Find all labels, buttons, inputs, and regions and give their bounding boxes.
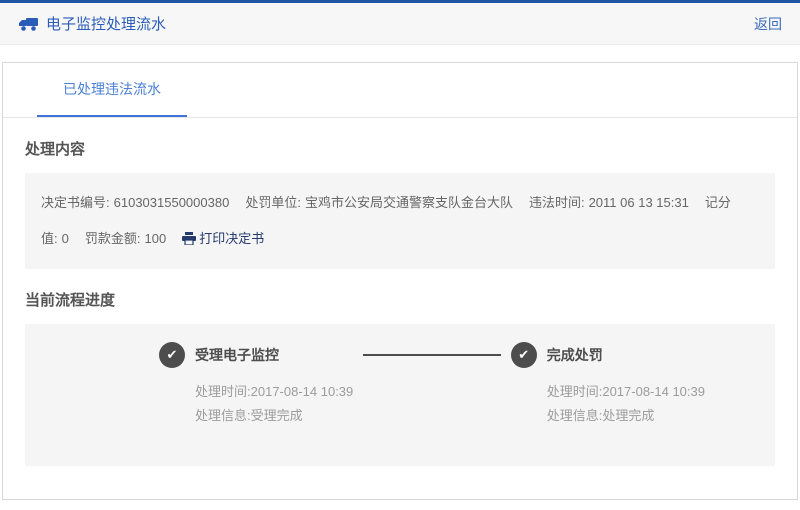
field-punish-unit: 处罚单位: 宝鸡市公安局交通警察支队金台大队 — [245, 195, 513, 210]
step-time-label: 处理时间: — [547, 384, 603, 399]
step-head: ✔ 完成处罚 — [511, 342, 705, 368]
step-head: ✔ 受理电子监控 — [159, 342, 353, 368]
field-value: 宝鸡市公安局交通警察支队金台大队 — [305, 195, 513, 210]
step-connector-line — [363, 354, 500, 356]
step-info-value: 受理完成 — [251, 408, 303, 423]
main-card: 已处理违法流水 处理内容 决定书编号: 6103031550000380 处罚单位:… — [2, 62, 798, 500]
content-section-heading: 处理内容 — [25, 138, 775, 159]
step-info-label: 处理信息: — [547, 408, 603, 423]
step-time-value: 2017-08-14 10:39 — [602, 384, 705, 399]
progress-step-1: ✔ 受理电子监控 处理时间:2017-08-14 10:39 处理信息:受理完成 — [159, 342, 353, 428]
field-label: 违法时间: — [529, 195, 585, 210]
printer-icon — [182, 232, 196, 245]
step-time: 处理时间:2017-08-14 10:39 — [195, 380, 353, 404]
decision-info-panel: 决定书编号: 6103031550000380 处罚单位: 宝鸡市公安局交通警察支队金… — [25, 173, 775, 269]
progress-steps: ✔ 受理电子监控 处理时间:2017-08-14 10:39 处理信息:受理完成… — [159, 342, 705, 428]
progress-step-2: ✔ 完成处罚 处理时间:2017-08-14 10:39 处理信息:处理完成 — [511, 342, 705, 428]
field-fine-amount: 罚款金额:100 — [85, 231, 166, 246]
field-value: 2011 06 13 15:31 — [589, 195, 689, 210]
field-label: 罚款金额: — [85, 231, 141, 246]
step-title: 受理电子监控 — [195, 345, 279, 365]
header-left: 电子监控处理流水 — [18, 13, 166, 34]
field-value: 6103031550000380 — [114, 195, 230, 210]
step-time-value: 2017-08-14 10:39 — [251, 384, 354, 399]
progress-section-heading: 当前流程进度 — [25, 289, 775, 310]
truck-icon — [18, 16, 38, 32]
step-details: 处理时间:2017-08-14 10:39 处理信息:受理完成 — [195, 380, 353, 428]
field-violation-time: 违法时间: 2011 06 13 15:31 — [529, 195, 689, 210]
back-button[interactable]: 返回 — [754, 14, 782, 34]
field-decision-number: 决定书编号: 6103031550000380 — [41, 195, 229, 210]
check-circle-icon: ✔ — [159, 342, 185, 368]
step-info-label: 处理信息: — [195, 408, 251, 423]
field-value: 0 — [62, 231, 69, 246]
page-header: 电子监控处理流水 返回 — [0, 3, 800, 45]
progress-panel: ✔ 受理电子监控 处理时间:2017-08-14 10:39 处理信息:受理完成… — [25, 324, 775, 466]
step-info-value: 处理完成 — [602, 408, 654, 423]
field-label: 决定书编号: — [41, 195, 110, 210]
step-title: 完成处罚 — [547, 345, 603, 365]
step-time-label: 处理时间: — [195, 384, 251, 399]
step-details: 处理时间:2017-08-14 10:39 处理信息:处理完成 — [547, 380, 705, 428]
page-title: 电子监控处理流水 — [46, 13, 166, 34]
step-time: 处理时间:2017-08-14 10:39 — [547, 380, 705, 404]
step-info: 处理信息:处理完成 — [547, 404, 705, 428]
print-decision-link[interactable]: 打印决定书 — [182, 231, 264, 246]
tab-bar: 已处理违法流水 — [3, 63, 797, 118]
step-info: 处理信息:受理完成 — [195, 404, 353, 428]
field-value: 100 — [144, 231, 166, 246]
print-link-label: 打印决定书 — [199, 231, 264, 246]
check-circle-icon: ✔ — [511, 342, 537, 368]
field-label: 处罚单位: — [245, 195, 301, 210]
tab-processed-violations[interactable]: 已处理违法流水 — [37, 63, 187, 117]
